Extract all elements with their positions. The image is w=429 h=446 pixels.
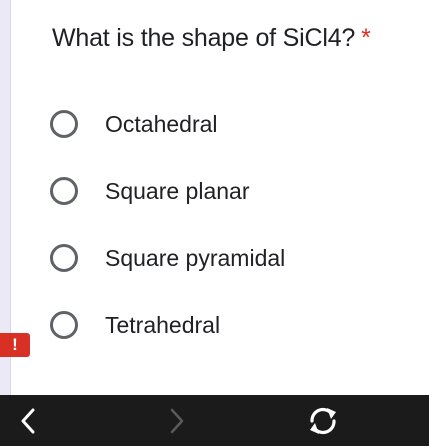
radio-button[interactable] bbox=[50, 311, 78, 339]
radio-button[interactable] bbox=[50, 244, 78, 272]
forward-button[interactable] bbox=[157, 395, 197, 446]
option-label: Square planar bbox=[105, 177, 250, 204]
question-title: What is the shape of SiCl4? * bbox=[52, 24, 371, 53]
reload-button[interactable] bbox=[300, 395, 346, 446]
bottom-nav-bar bbox=[0, 395, 429, 446]
option-label: Square pyramidal bbox=[105, 244, 286, 271]
chevron-left-icon bbox=[21, 408, 35, 433]
option-label: Octahedral bbox=[105, 110, 218, 137]
form-page: What is the shape of SiCl4? * Octahedral … bbox=[0, 0, 429, 446]
radio-button[interactable] bbox=[50, 110, 78, 138]
option-square-pyramidal[interactable]: Square pyramidal bbox=[50, 238, 285, 278]
reload-icon bbox=[310, 407, 336, 434]
back-button[interactable] bbox=[8, 395, 48, 446]
option-tetrahedral[interactable]: Tetrahedral bbox=[50, 305, 220, 345]
required-asterisk: * bbox=[361, 24, 371, 52]
option-octahedral[interactable]: Octahedral bbox=[50, 104, 218, 144]
option-square-planar[interactable]: Square planar bbox=[50, 171, 250, 211]
chevron-right-icon bbox=[170, 408, 184, 433]
question-text: What is the shape of SiCl4? bbox=[52, 24, 356, 52]
radio-button[interactable] bbox=[50, 177, 78, 205]
error-badge: ! bbox=[0, 333, 30, 357]
option-label: Tetrahedral bbox=[105, 311, 221, 338]
